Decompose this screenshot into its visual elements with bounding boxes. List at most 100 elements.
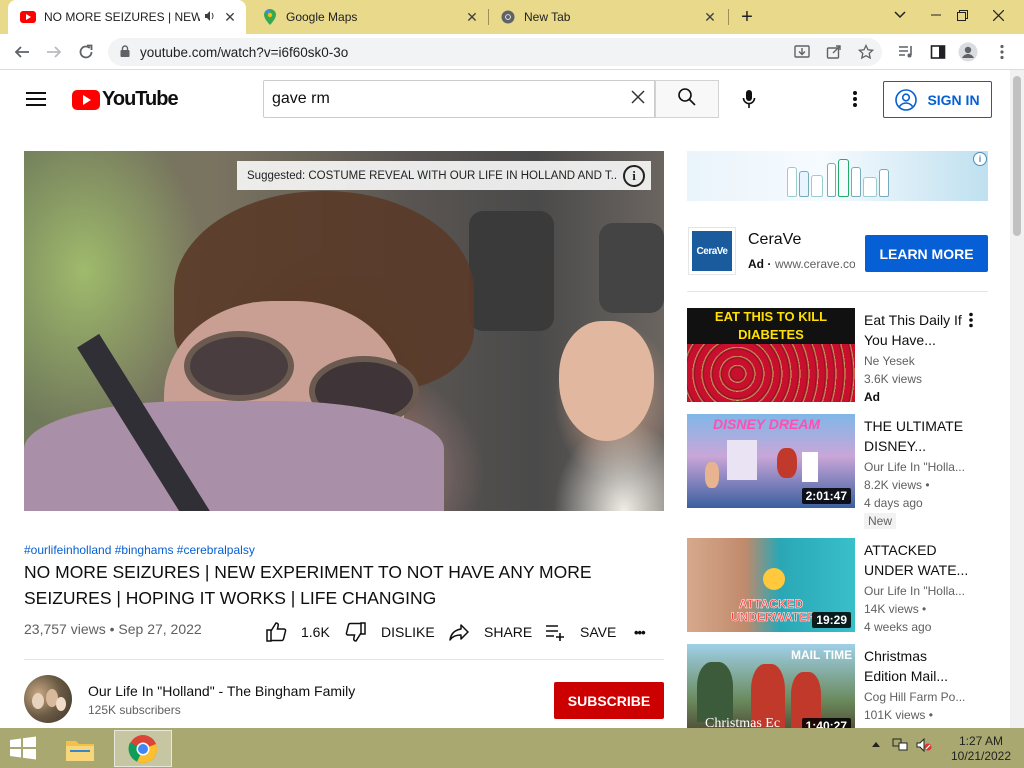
video-frame-shirt: [24, 401, 444, 511]
share-page-icon[interactable]: [824, 42, 844, 62]
profile-icon[interactable]: [958, 42, 978, 62]
ad-url: www.cerave.com: [775, 257, 855, 271]
recommended-age: 4 days ago: [864, 496, 923, 510]
close-tab-icon[interactable]: ✕: [220, 9, 240, 26]
search-icon: [677, 87, 697, 112]
like-button[interactable]: 1.6K: [265, 620, 330, 644]
hamburger-menu-icon[interactable]: [26, 92, 46, 106]
video-frame-headrest: [599, 223, 664, 313]
sign-in-button[interactable]: SIGN IN: [883, 81, 992, 118]
video-thumbnail[interactable]: MAIL TIME Christmas Ec 1:40:27: [687, 644, 855, 738]
new-tab-button[interactable]: +: [736, 6, 758, 28]
info-icon[interactable]: i: [623, 165, 645, 187]
close-tab-icon[interactable]: ✕: [700, 9, 720, 26]
tab-new-tab[interactable]: New Tab ✕: [488, 0, 726, 34]
side-panel-icon[interactable]: [928, 42, 948, 62]
media-control-icon[interactable]: [896, 42, 916, 62]
microphone-icon[interactable]: [734, 84, 764, 114]
file-explorer-icon[interactable]: [58, 731, 102, 767]
channel-subscribers: 125K subscribers: [88, 703, 181, 717]
taskbar: 1:27 AM 10/21/2022: [0, 728, 1024, 768]
thumbs-up-icon: [265, 621, 295, 643]
tab-google-maps[interactable]: Google Maps ✕: [250, 0, 488, 34]
dislike-label: DISLIKE: [381, 624, 435, 640]
recommended-views: 3.6K views: [864, 372, 923, 386]
save-label: SAVE: [580, 624, 617, 640]
video-title: NO MORE SEIZURES | NEW EXPERIMENT TO NOT…: [24, 562, 592, 608]
ad-label: Ad: [864, 390, 880, 404]
scrollbar-thumb[interactable]: [1013, 76, 1021, 236]
system-clock[interactable]: 1:27 AM 10/21/2022: [950, 734, 1012, 764]
tray-expand-icon[interactable]: [872, 738, 880, 755]
search-button[interactable]: [655, 80, 719, 118]
suggested-video-text: Suggested: COSTUME REVEAL WITH OUR LIFE …: [247, 169, 617, 182]
thumbnail-caption: EAT THIS TO KILL DIABETES: [687, 308, 855, 344]
close-window-icon[interactable]: [980, 0, 1016, 30]
advertiser-logo-text: CeraVe: [692, 231, 732, 271]
youtube-logo[interactable]: YouTube: [72, 88, 179, 111]
youtube-masthead: YouTube gave rm SIGN IN: [0, 70, 1010, 128]
sign-in-label: SIGN IN: [927, 91, 980, 108]
video-hashtags[interactable]: #ourlifeinholland #binghams #cerebralpal…: [24, 543, 255, 557]
install-app-icon[interactable]: [792, 42, 812, 62]
recommended-item[interactable]: DISNEY DREAM 2:01:47 THE ULTIMATE DISNEY…: [687, 414, 988, 529]
maps-pin-icon: [262, 9, 278, 25]
thumbnail-caption: DISNEY DREAM: [713, 416, 821, 432]
share-label: SHARE: [484, 624, 533, 640]
learn-more-button[interactable]: LEARN MORE: [865, 235, 988, 272]
volume-muted-icon[interactable]: [916, 737, 932, 755]
video-player[interactable]: Suggested: COSTUME REVEAL WITH OUR LIFE …: [24, 151, 664, 511]
windows-start-icon[interactable]: [8, 736, 40, 762]
subscribe-button[interactable]: SUBSCRIBE: [554, 682, 664, 719]
save-button[interactable]: SAVE: [544, 620, 616, 644]
channel-name[interactable]: Our Life In "Holland" - The Bingham Fami…: [88, 683, 355, 699]
system-tray: [872, 737, 932, 755]
forward-arrow-icon[interactable]: [40, 38, 68, 66]
recommended-channel: Our Life In "Holla...: [864, 584, 965, 598]
video-frame-sunglasses: [184, 331, 294, 401]
share-button[interactable]: SHARE: [448, 620, 532, 644]
close-tab-icon[interactable]: ✕: [462, 9, 482, 26]
restore-window-icon[interactable]: [944, 0, 980, 30]
playlist-add-icon: [544, 621, 574, 643]
recommended-item[interactable]: ATTACKED UNDERWATER 19:29 ATTACKED UNDER…: [687, 538, 988, 634]
share-arrow-icon: [448, 621, 478, 643]
recommended-views: 101K views •: [864, 708, 933, 722]
speaker-icon[interactable]: [204, 10, 216, 25]
video-thumbnail[interactable]: DISNEY DREAM 2:01:47: [687, 414, 855, 508]
youtube-icon: [20, 9, 36, 25]
tab-search-chevron-icon[interactable]: [882, 0, 918, 30]
new-badge: New: [864, 513, 897, 529]
suggested-video-bar[interactable]: Suggested: COSTUME REVEAL WITH OUR LIFE …: [237, 161, 651, 190]
ad-info-icon[interactable]: i: [973, 152, 987, 166]
chrome-taskbar-icon[interactable]: [114, 730, 172, 767]
channel-avatar[interactable]: [24, 675, 72, 723]
recommended-item[interactable]: MAIL TIME Christmas Ec 1:40:27 Christmas…: [687, 644, 988, 740]
ad-label: Ad ·: [748, 257, 772, 271]
settings-kebab-icon[interactable]: [846, 86, 864, 112]
video-duration: 19:29: [812, 612, 851, 628]
ad-banner-image[interactable]: [687, 151, 988, 201]
page-scrollbar[interactable]: [1010, 70, 1024, 728]
network-icon[interactable]: [892, 738, 908, 755]
address-bar[interactable]: youtube.com/watch?v=i6f60sk0-3o: [108, 38, 882, 66]
dislike-button[interactable]: DISLIKE: [345, 620, 435, 644]
reload-icon[interactable]: [72, 38, 100, 66]
advertiser-name[interactable]: CeraVe: [748, 231, 801, 249]
video-thumbnail[interactable]: EAT THIS TO KILL DIABETES: [687, 308, 855, 402]
clear-search-icon[interactable]: [630, 89, 646, 109]
video-thumbnail[interactable]: ATTACKED UNDERWATER 19:29: [687, 538, 855, 632]
video-duration: 2:01:47: [801, 488, 851, 504]
tab-youtube[interactable]: NO MORE SEIZURES | NEW E ✕: [8, 0, 246, 34]
advertiser-logo[interactable]: CeraVe: [688, 227, 736, 275]
bookmark-star-icon[interactable]: [856, 42, 876, 62]
search-input[interactable]: gave rm: [263, 80, 655, 118]
more-actions-icon[interactable]: •••: [634, 620, 646, 644]
recommended-channel: Our Life In "Holla...: [864, 460, 965, 474]
browser-menu-icon[interactable]: [992, 42, 1012, 62]
recommended-ad-item[interactable]: EAT THIS TO KILL DIABETES Eat This Daily…: [687, 308, 988, 404]
lock-icon[interactable]: [120, 44, 130, 60]
recommended-title: Christmas Edition Mail...: [864, 648, 949, 684]
back-arrow-icon[interactable]: [8, 38, 36, 66]
more-options-icon[interactable]: [969, 312, 973, 333]
